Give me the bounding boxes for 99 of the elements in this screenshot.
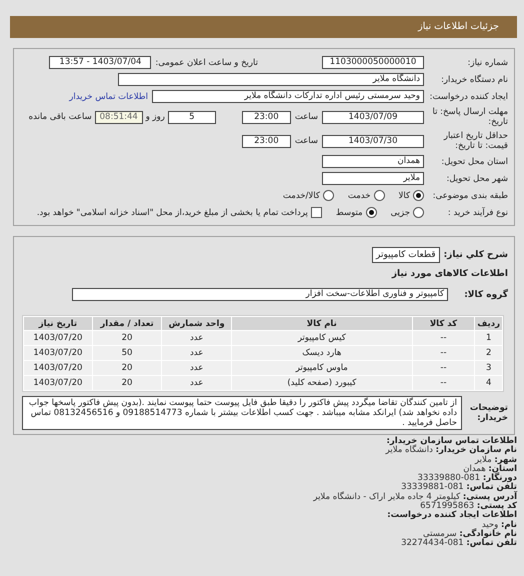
contact-label: دورنگار: — [482, 473, 517, 484]
contact-label: نام خانوادگی: — [459, 528, 517, 539]
radio-button[interactable] — [366, 207, 377, 218]
checkbox[interactable] — [310, 207, 322, 218]
table-cell: هارد دیسک — [232, 346, 412, 360]
radio-button[interactable] — [413, 190, 424, 201]
table-cell: 50 — [92, 346, 162, 360]
field-value: 1403/07/04 - 13:57 — [49, 56, 152, 69]
contact-value: 6571995863 — [420, 501, 474, 512]
page-header: جزئیات اطلاعات نیاز — [10, 16, 517, 38]
buyer-notes: از تامین کنندگان تقاضا میگردد پیش فاکتور را دقیقا طبق فایل پیوست حتما پیوست نمایند .(بدون پیش فاکتور پاسخها جواب داده نخواهد شد) ایرانکد مشابه میباشد . جهت کسب اطلاعات بیشتر با شماره 09188514773 و 08132456516 تماس حاصل فرمایید . — [22, 396, 462, 430]
field-label: روز و — [146, 112, 165, 122]
field-label: مهلت ارسال پاسخ: تا تاریخ: — [432, 107, 508, 127]
column-header: تاریخ نیاز — [24, 317, 92, 330]
table-cell: عدد — [162, 361, 232, 375]
field-label: ایجاد کننده درخواست: — [428, 92, 508, 102]
table-cell: -- — [412, 346, 474, 360]
contact-value: 081-33339880 — [418, 473, 480, 484]
contact-label: شهر: — [494, 454, 517, 465]
contact-label: کد پستی: — [476, 501, 517, 512]
field-value: 5 — [168, 110, 216, 124]
radio-button[interactable] — [374, 190, 385, 201]
contact-value: 081-33339881 — [401, 482, 464, 492]
field-label: ساعت — [294, 136, 318, 146]
contact-value: کیلومتر 4 جاده ملایر اراک - دانشگاه ملایر — [313, 492, 460, 502]
field-value: 1403/07/30 — [322, 134, 424, 148]
radio-button[interactable] — [322, 190, 334, 201]
table-cell: 1403/07/20 — [24, 376, 92, 390]
field-label: نوع فرآیند خرید : — [446, 208, 508, 218]
contact-value: ملایر — [474, 454, 492, 465]
need-description: قطعات کامپیوتر — [372, 247, 440, 263]
field-label: ساعت باقی مانده — [28, 112, 92, 122]
table-cell: عدد — [162, 346, 232, 360]
table-cell: 1403/07/20 — [24, 331, 92, 345]
option-label: کالا — [398, 190, 410, 200]
remaining-time: 08:51:44 — [94, 110, 143, 124]
table-cell: -- — [412, 376, 474, 390]
field-label: استان محل تحویل: — [440, 156, 508, 166]
table-cell: کیبورد (صفحه کلید) — [232, 376, 412, 390]
field-label: توضیحات خریدار: — [468, 403, 508, 423]
field-label: گروه کالا: — [463, 290, 508, 300]
field-value: کامپیوتر و فناوری اطلاعات-سخت افزار — [72, 288, 448, 301]
contact-heading: اطلاعات تماس سازمان خریدار: — [386, 436, 517, 446]
table-cell: عدد — [162, 376, 232, 390]
field-label: طبقه بندی موضوعی: — [432, 190, 508, 200]
field-label: شرح کلي نیاز: — [444, 250, 508, 260]
option-label: کالا/خدمت — [282, 190, 320, 200]
table-cell: 1 — [475, 331, 502, 345]
table-cell: 1403/07/20 — [24, 361, 92, 375]
section-title: اطلاعات کالاهای مورد نیاز — [392, 268, 508, 278]
field-value: ملایر — [322, 172, 424, 185]
field-label: تاریخ و ساعت اعلان عمومی: — [155, 58, 258, 68]
field-value: وحید سرمستی رئیس اداره تدارکات دانشگاه ملایر — [152, 90, 424, 103]
contact-value: دانشگاه ملایر — [386, 445, 433, 456]
radio-button[interactable] — [413, 207, 424, 218]
checkbox-label: پرداخت تمام یا بخشی از مبلغ خرید،از محل "اسناد خزانه اسلامی" خواهد بود. — [36, 208, 308, 218]
contact-label: آدرس پستی: — [462, 492, 517, 502]
buyer-contact-link[interactable]: اطلاعات تماس خریدار — [69, 92, 148, 102]
field-label: نام دستگاه خریدار: — [440, 74, 508, 84]
table-cell: عدد — [162, 331, 232, 345]
table-cell: 20 — [92, 331, 162, 345]
contact-value: وحید — [482, 520, 498, 530]
contact-value: همدان — [463, 464, 486, 474]
contact-value: سرمستی — [423, 528, 457, 539]
contact-label: تلفن تماس: — [466, 482, 517, 492]
field-value: 1103000050000010 — [322, 56, 424, 69]
table-cell: 2 — [475, 346, 502, 360]
contact-label: نام: — [500, 520, 517, 530]
contact-label: استان: — [488, 464, 517, 474]
field-value: دانشگاه ملایر — [118, 73, 424, 86]
table-cell: کیس کامپیوتر — [232, 331, 412, 345]
column-header: ردیف — [475, 317, 502, 330]
field-value: همدان — [322, 155, 424, 168]
column-header: تعداد / مقدار — [92, 317, 162, 330]
contact-heading: اطلاعات ایجاد کننده درخواست: — [387, 510, 517, 520]
table-cell: 20 — [92, 361, 162, 375]
field-label: حداقل تاریخ اعتبار قیمت: تا تاریخ: — [442, 131, 508, 151]
field-label: شماره نیاز: — [466, 58, 508, 68]
table-cell: 1403/07/20 — [24, 346, 92, 360]
option-label: جزیی — [390, 208, 410, 218]
table-cell: ماوس کامپیوتر — [232, 361, 412, 375]
contact-label: نام سازمان خریدار: — [436, 445, 517, 456]
field-label: شهر محل تحویل: — [445, 174, 508, 184]
table-cell: 4 — [475, 376, 502, 390]
column-header: واحد شمارش — [162, 317, 232, 330]
table-cell: -- — [412, 331, 474, 345]
field-value: 23:00 — [242, 110, 291, 124]
contact-label: تلفن تماس: — [466, 538, 517, 548]
contact-value: 081-32274434 — [401, 538, 464, 548]
table-cell: 3 — [475, 361, 502, 375]
field-value: 1403/07/09 — [322, 110, 424, 124]
table-cell: 20 — [92, 376, 162, 390]
field-label: ساعت — [294, 112, 318, 122]
option-label: متوسط — [336, 208, 363, 218]
field-value: 23:00 — [242, 134, 291, 148]
table-cell: -- — [412, 361, 474, 375]
option-label: خدمت — [348, 190, 371, 200]
column-header: نام کالا — [232, 317, 412, 330]
column-header: کد کالا — [412, 317, 474, 330]
